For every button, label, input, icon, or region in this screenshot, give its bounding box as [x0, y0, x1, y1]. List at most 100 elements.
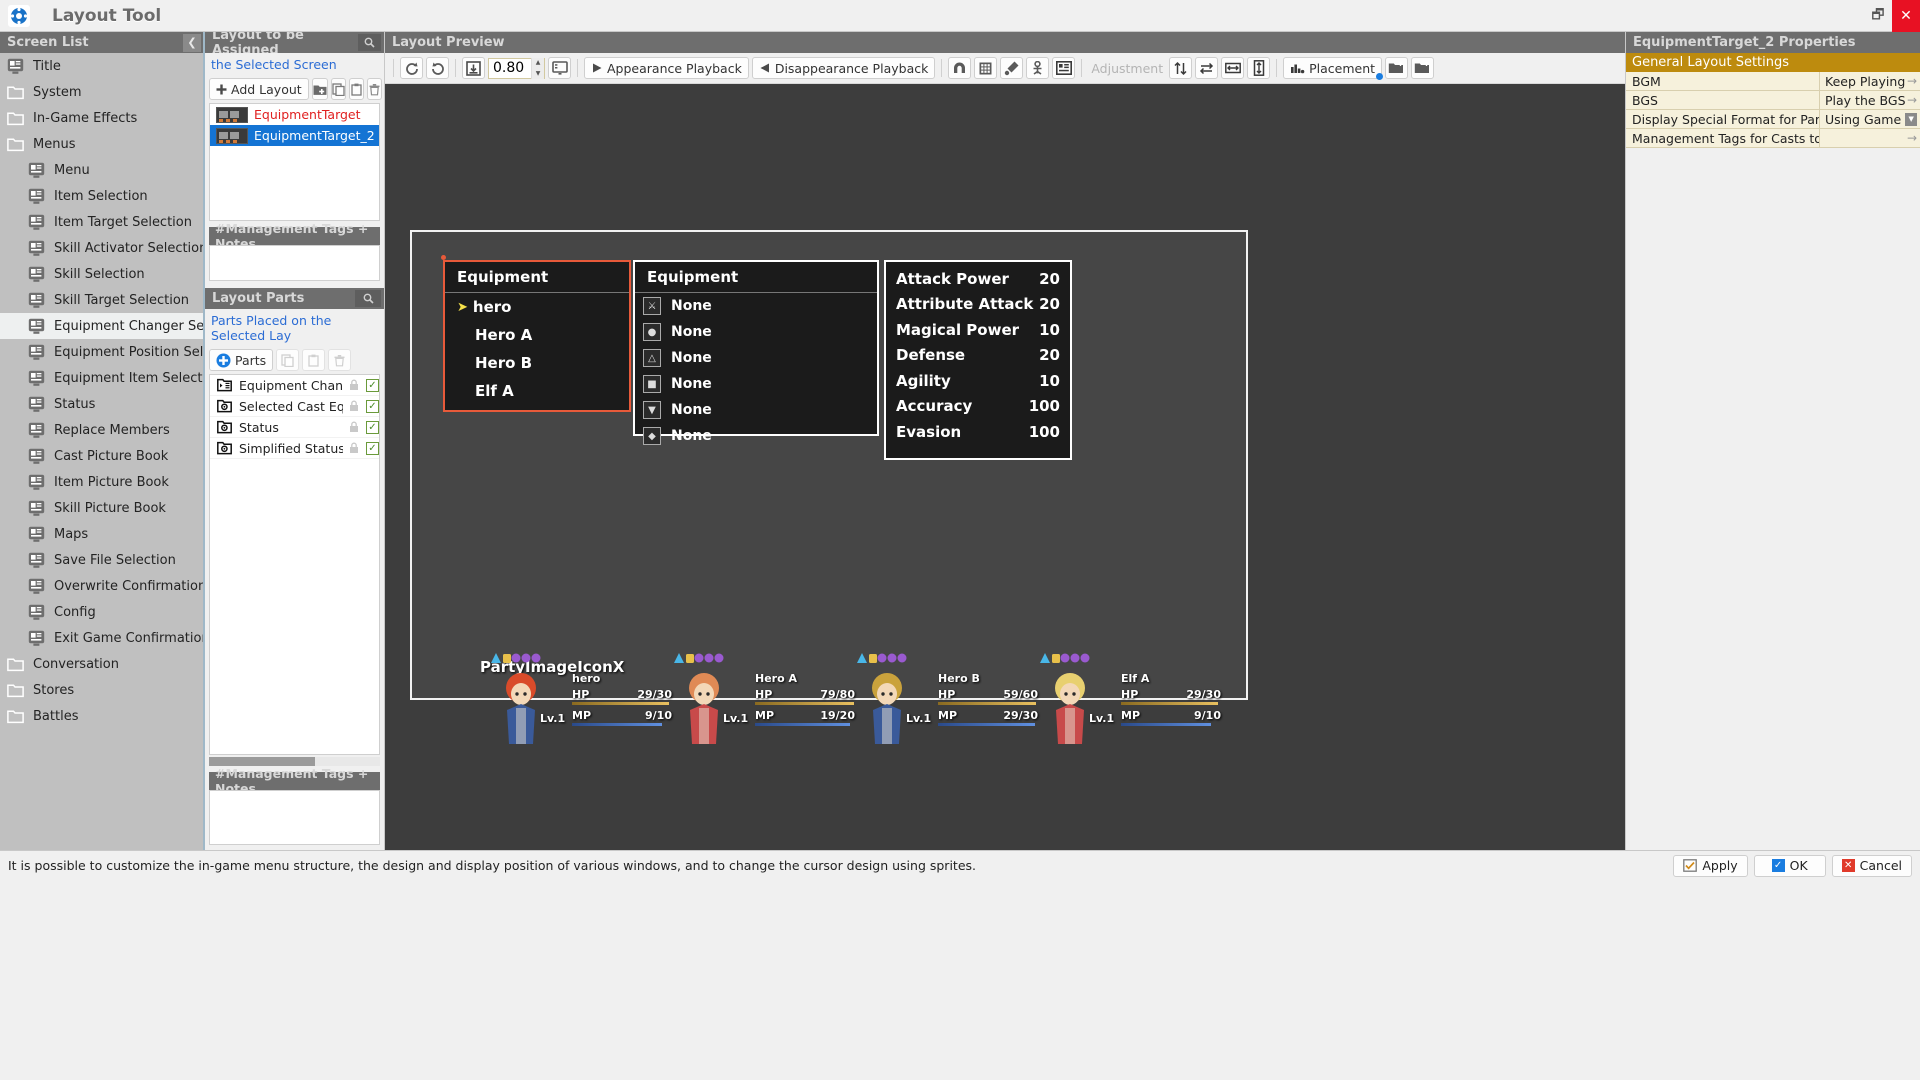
chevron-down-icon[interactable]: ▼: [1905, 112, 1917, 126]
sidebar-item-status[interactable]: Status: [0, 391, 203, 417]
swap-button[interactable]: [1195, 57, 1219, 79]
layout-list-item[interactable]: EquipmentTarget_2: [210, 125, 379, 146]
fit-zoom-button[interactable]: [462, 57, 485, 79]
sidebar-item-equipment-changer-selection[interactable]: Equipment Changer Selection: [0, 313, 203, 339]
equipment-slot-row[interactable]: ■ None: [635, 371, 877, 397]
collapse-icon[interactable]: ❮: [183, 33, 201, 52]
add-parts-button[interactable]: Parts: [209, 349, 274, 371]
sidebar-item-conversation[interactable]: Conversation: [0, 651, 203, 677]
placement-button[interactable]: Placement: [1283, 57, 1384, 80]
equipment-slots-window[interactable]: Equipment ⚔ None ● None △ None ■ None ▼ None ◆ None: [633, 260, 879, 445]
equipment-slot-row[interactable]: ◆ None: [635, 423, 877, 449]
sidebar-item-battles[interactable]: Battles: [0, 703, 203, 729]
new-folder-button[interactable]: [311, 78, 328, 100]
fit-width-button[interactable]: [1221, 57, 1245, 79]
copy-parts-button[interactable]: [276, 349, 300, 371]
arrow-right-icon[interactable]: →: [1907, 74, 1920, 88]
add-layout-button[interactable]: Add Layout: [209, 78, 309, 100]
parts-list-item[interactable]: Equipment Chan... ✓: [210, 375, 379, 396]
sidebar-item-equipment-item-selection[interactable]: Equipment Item Selection: [0, 365, 203, 391]
parts-search-icon[interactable]: [355, 290, 381, 307]
screen-size-button[interactable]: [548, 57, 571, 79]
ok-button[interactable]: ✓ OK: [1753, 854, 1826, 877]
disappearance-playback-button[interactable]: Disappearance Playback: [751, 57, 936, 79]
property-row[interactable]: Display Special Format for Party Using Ga…: [1626, 110, 1920, 129]
visibility-checkbox[interactable]: ✓: [366, 420, 379, 434]
close-button[interactable]: ✕: [1892, 0, 1920, 32]
sidebar-item-menu[interactable]: Menu: [0, 157, 203, 183]
cast-menu-item[interactable]: ➤ hero: [445, 293, 629, 321]
properties-panel-button[interactable]: [1052, 57, 1076, 79]
visibility-checkbox[interactable]: ✓: [366, 399, 379, 413]
parts-mgmt-field[interactable]: [209, 790, 380, 845]
lock-icon[interactable]: [348, 442, 361, 455]
property-value[interactable]: Using Game ..▼: [1820, 110, 1920, 128]
parts-list[interactable]: Equipment Chan...✓Selected Cast Eq...✓St…: [209, 374, 380, 755]
cast-menu-item[interactable]: Hero B: [445, 349, 629, 377]
parts-hscrollbar[interactable]: [209, 757, 380, 766]
sidebar-item-skill-target-selection[interactable]: Skill Target Selection: [0, 287, 203, 313]
magnet-snap-button[interactable]: [948, 57, 972, 79]
layout-list-item[interactable]: EquipmentTarget: [210, 104, 379, 125]
appearance-playback-button[interactable]: Appearance Playback: [584, 57, 749, 79]
property-value[interactable]: Play the BGS ..→: [1820, 91, 1920, 109]
visibility-checkbox[interactable]: ✓: [366, 378, 379, 392]
parts-list-item[interactable]: Status ✓: [210, 417, 379, 438]
sidebar-item-skill-activator-selection[interactable]: Skill Activator Selection: [0, 235, 203, 261]
preview-canvas[interactable]: Equipment ➤ hero Hero A Hero B Elf A Equipme…: [385, 84, 1625, 850]
sidebar-item-exit-game-confirmation[interactable]: Exit Game Confirmation: [0, 625, 203, 651]
sidebar-item-menus[interactable]: Menus: [0, 131, 203, 157]
status-window[interactable]: Attack Power 20 Attribute Attack 20 Magical …: [884, 260, 1072, 460]
party-member[interactable]: Hero A HP 79/80 MP 19/20 Lv.1: [663, 653, 855, 752]
sidebar-item-replace-members[interactable]: Replace Members: [0, 417, 203, 443]
import-layout-button[interactable]: [1385, 57, 1409, 79]
sidebar-item-save-file-selection[interactable]: Save File Selection: [0, 547, 203, 573]
export-layout-button[interactable]: [1411, 57, 1435, 79]
screen-list-items[interactable]: Title System In-Game Effects Menus Menu Item …: [0, 53, 203, 850]
sidebar-item-equipment-position-selection[interactable]: Equipment Position Selection: [0, 339, 203, 365]
paste-layout-button[interactable]: [348, 78, 364, 100]
arrow-right-icon[interactable]: →: [1907, 131, 1920, 145]
party-member[interactable]: Hero B HP 59/60 MP 29/30 Lv.1: [846, 653, 1038, 752]
equipment-slot-row[interactable]: ▼ None: [635, 397, 877, 423]
party-member[interactable]: Elf A HP 29/30 MP 9/10 Lv.1: [1029, 653, 1221, 752]
lock-icon[interactable]: [348, 379, 361, 392]
equipment-changer-window[interactable]: Equipment ➤ hero Hero A Hero B Elf A: [441, 255, 631, 412]
sidebar-item-overwrite-confirmation[interactable]: Overwrite Confirmation: [0, 573, 203, 599]
zoom-arrows[interactable]: ▲ ▼: [531, 57, 544, 79]
lock-icon[interactable]: [348, 421, 361, 434]
paste-parts-button[interactable]: [302, 349, 326, 371]
cancel-button[interactable]: ✕ Cancel: [1831, 854, 1912, 877]
arrow-right-icon[interactable]: →: [1907, 93, 1920, 107]
sidebar-item-stores[interactable]: Stores: [0, 677, 203, 703]
visibility-checkbox[interactable]: ✓: [366, 441, 379, 455]
party-member[interactable]: hero HP 29/30 MP 9/10 Lv.1: [480, 653, 672, 752]
lock-icon[interactable]: [348, 400, 361, 413]
align-vertical-button[interactable]: [1169, 57, 1193, 79]
simplified-status-window[interactable]: PartyImageIconX hero HP 29/30 MP 9/10 Lv.1 Her…: [480, 653, 1221, 752]
sidebar-item-in-game-effects[interactable]: In-Game Effects: [0, 105, 203, 131]
equipment-slot-row[interactable]: ● None: [635, 319, 877, 345]
fit-height-button[interactable]: [1247, 57, 1271, 79]
apply-button[interactable]: Apply: [1673, 854, 1748, 877]
property-row[interactable]: BGSPlay the BGS ..→: [1626, 91, 1920, 110]
grid-button[interactable]: [974, 57, 998, 79]
sidebar-item-item-picture-book[interactable]: Item Picture Book: [0, 469, 203, 495]
layout-mgmt-field[interactable]: [209, 245, 380, 281]
search-icon[interactable]: [357, 34, 381, 51]
zoom-stepper[interactable]: ▲▼: [488, 57, 545, 79]
copy-layout-button[interactable]: [330, 78, 346, 100]
layout-list[interactable]: EquipmentTarget EquipmentTarget_2: [209, 103, 380, 221]
selection-handle[interactable]: [441, 255, 446, 260]
sidebar-item-item-target-selection[interactable]: Item Target Selection: [0, 209, 203, 235]
sidebar-item-cast-picture-book[interactable]: Cast Picture Book: [0, 443, 203, 469]
property-row[interactable]: Management Tags for Casts to be ... →: [1626, 129, 1920, 148]
restore-button[interactable]: 🗗: [1864, 0, 1892, 32]
property-row[interactable]: BGMKeep Playing ..→: [1626, 72, 1920, 91]
equipment-slot-row[interactable]: ⚔ None: [635, 293, 877, 319]
anchor-button[interactable]: [1026, 57, 1050, 79]
property-value[interactable]: →: [1820, 129, 1920, 147]
sidebar-item-maps[interactable]: Maps: [0, 521, 203, 547]
eyedropper-button[interactable]: [1000, 57, 1024, 79]
sidebar-item-skill-picture-book[interactable]: Skill Picture Book: [0, 495, 203, 521]
